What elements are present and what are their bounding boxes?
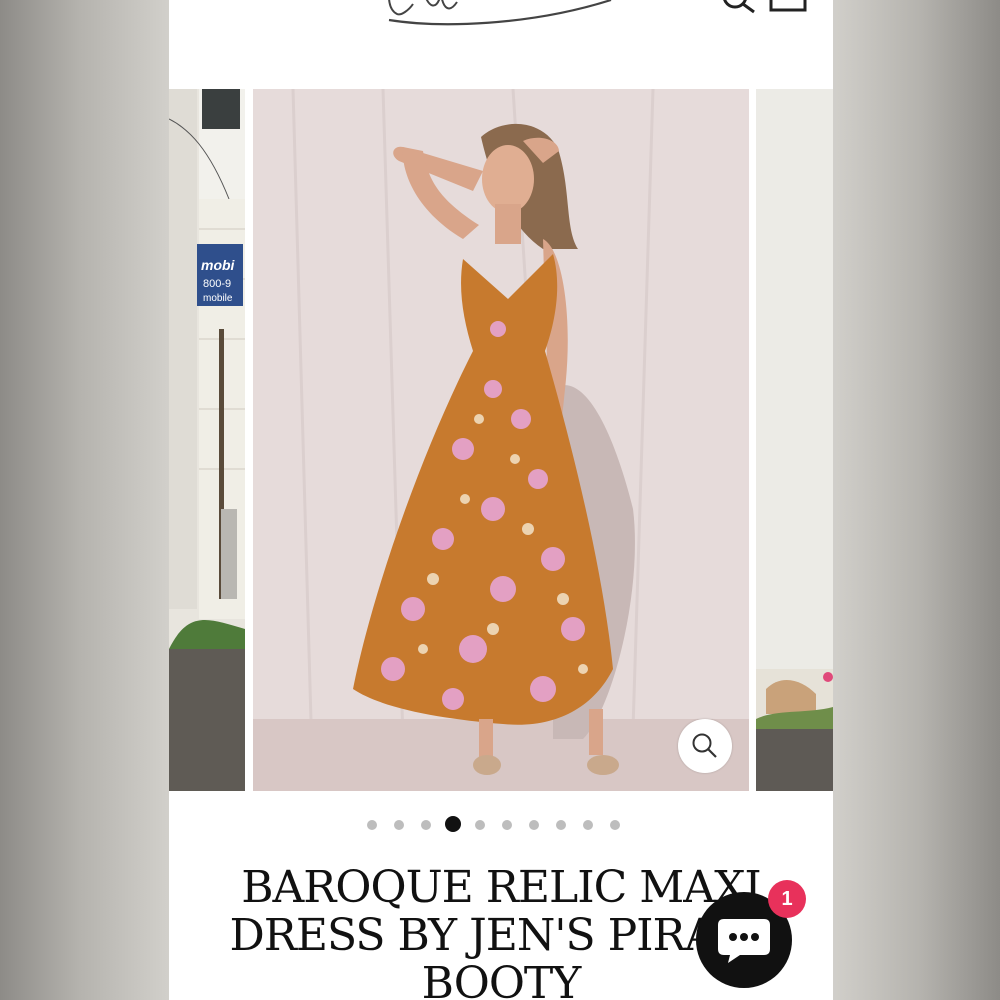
search-icon[interactable] (721, 0, 757, 14)
product-photo (253, 89, 749, 791)
gallery-pagination (169, 816, 833, 832)
mobile-page: mobi 800-9 mobile BAROQUE RELIC MAXI DRE… (169, 0, 833, 1000)
pagination-dot[interactable] (583, 820, 593, 830)
pagination-dot[interactable] (367, 820, 377, 830)
zoom-icon (692, 733, 717, 758)
sign-text-3: mobile (203, 293, 233, 304)
site-header (169, 0, 833, 88)
gallery-slide-next[interactable] (756, 89, 833, 791)
pagination-dot[interactable] (394, 820, 404, 830)
sign-text-2: 800-9 (203, 278, 231, 290)
sign-text-1: mobi (201, 257, 236, 273)
pagination-dot[interactable] (556, 820, 566, 830)
hamburger-icon[interactable] (193, 0, 235, 8)
chat-bubble-icon (718, 919, 770, 963)
chat-notification-badge: 1 (768, 880, 806, 918)
zoom-button[interactable] (678, 719, 732, 773)
pagination-dot[interactable] (445, 816, 461, 832)
pagination-dot[interactable] (529, 820, 539, 830)
cart-icon[interactable] (769, 0, 807, 14)
gallery-slide-active[interactable] (253, 89, 749, 791)
store-logo[interactable] (379, 0, 619, 30)
gallery-slide-previous[interactable]: mobi 800-9 mobile (169, 89, 245, 791)
pagination-dot[interactable] (475, 820, 485, 830)
pagination-dot[interactable] (502, 820, 512, 830)
pagination-dot[interactable] (610, 820, 620, 830)
pagination-dot[interactable] (421, 820, 431, 830)
